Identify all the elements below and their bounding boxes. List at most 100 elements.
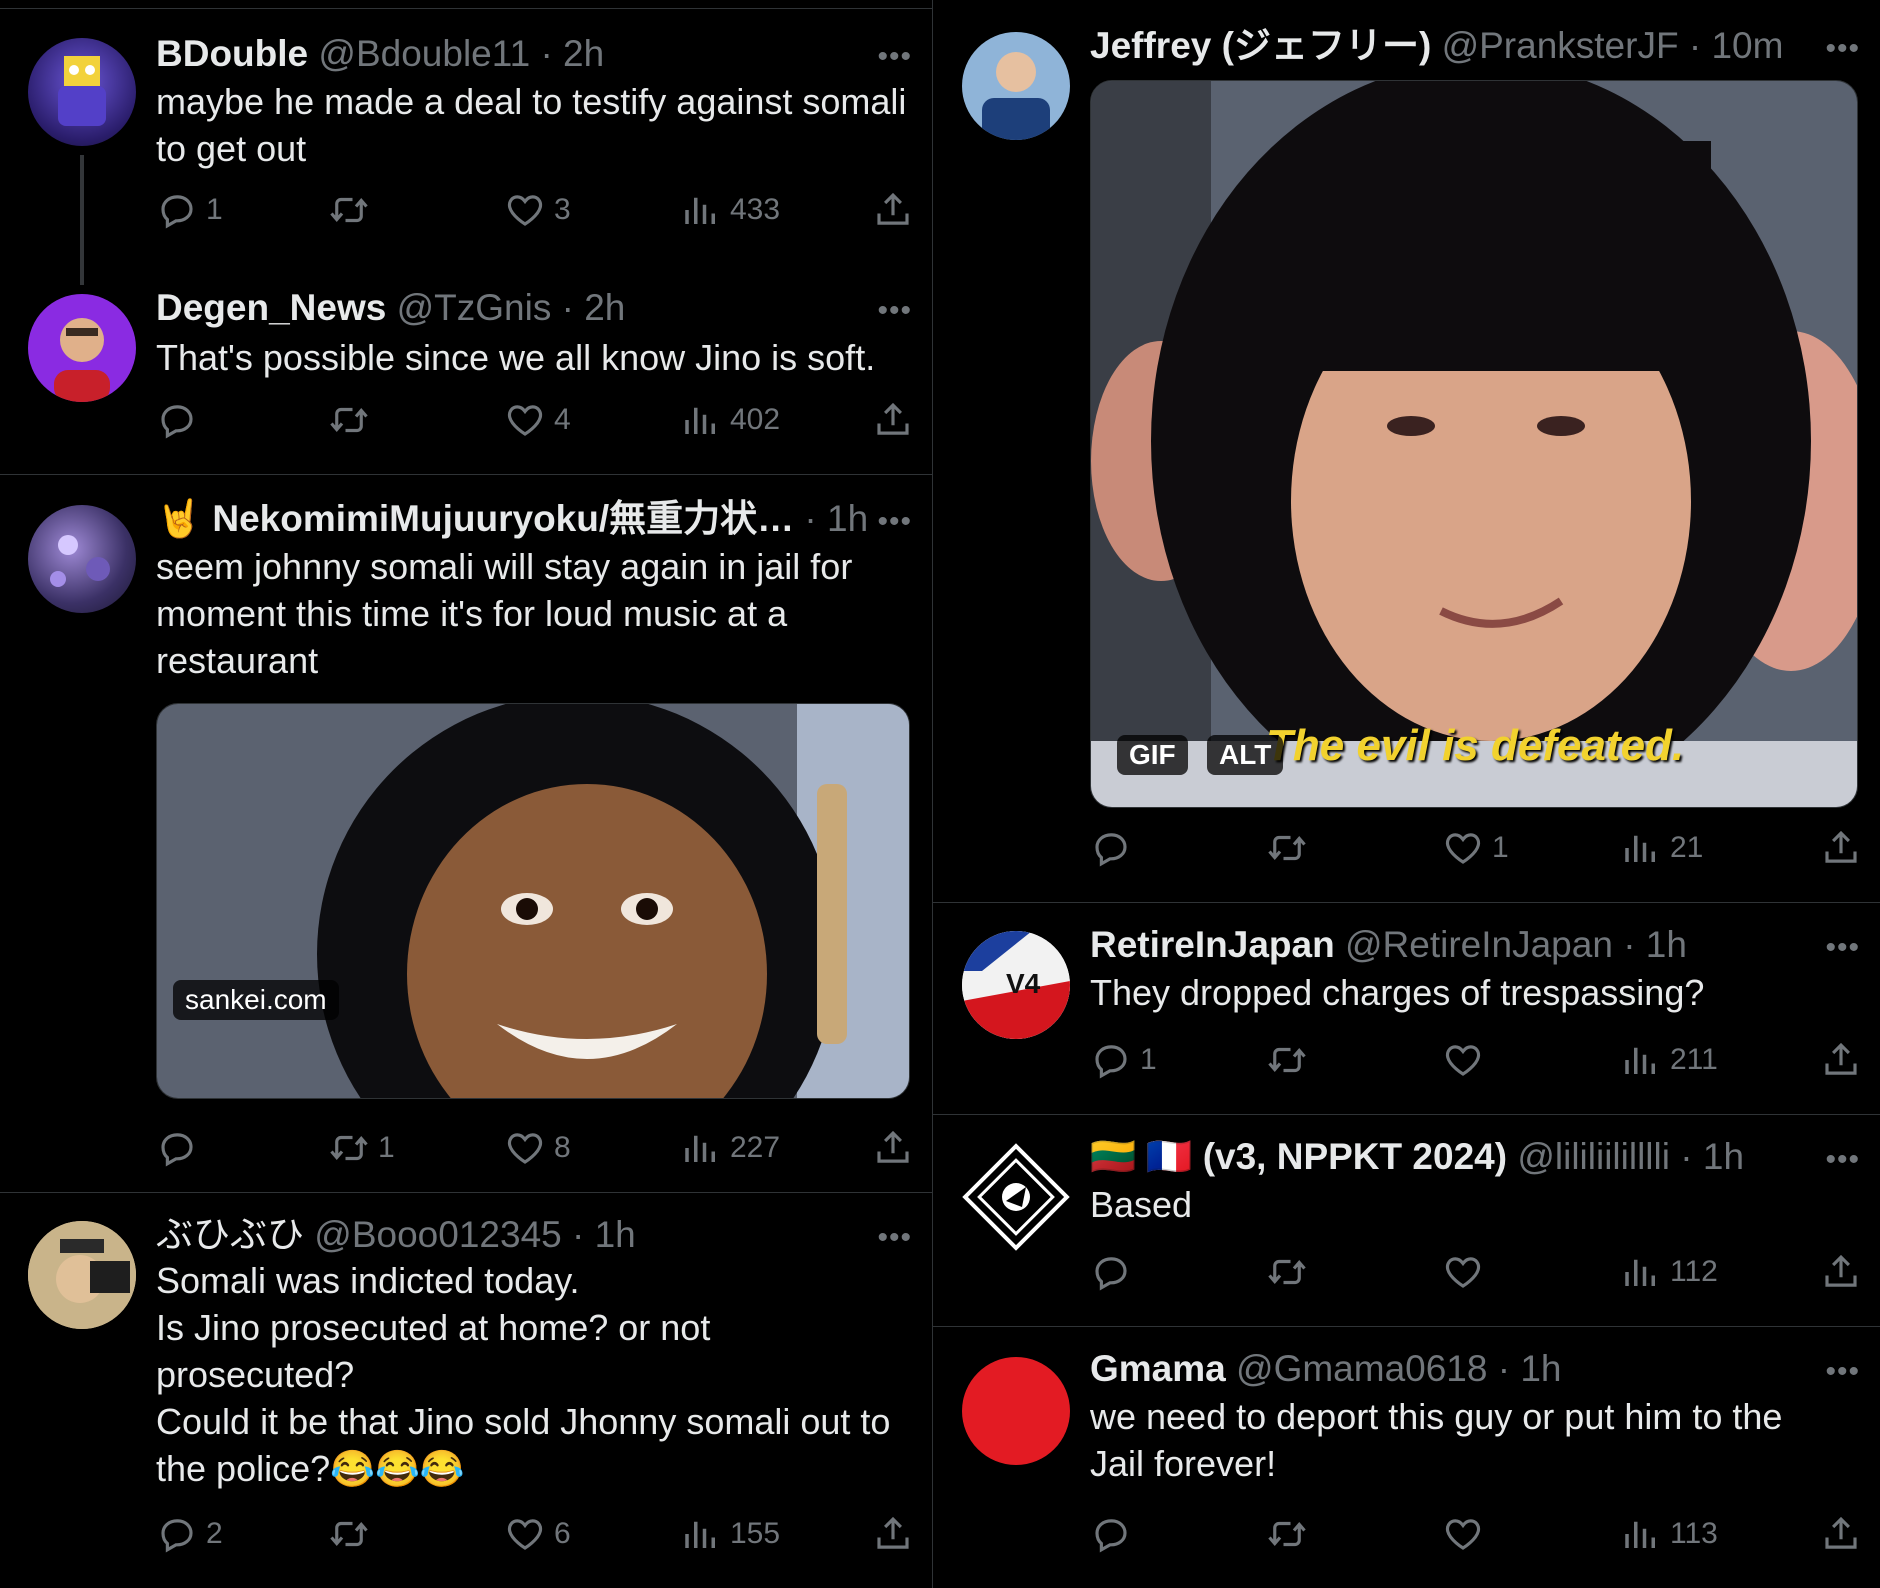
more-icon[interactable]: ••• bbox=[877, 294, 912, 328]
avatar[interactable] bbox=[28, 38, 136, 146]
handle[interactable]: @Bdouble11 bbox=[318, 33, 530, 74]
avatar[interactable] bbox=[28, 294, 136, 402]
share-button[interactable] bbox=[1820, 1035, 1862, 1085]
tweet-jeffrey[interactable]: Jeffrey (ジェフリー) @PranksterJF · 10m ••• T… bbox=[932, 0, 1880, 903]
reply-button[interactable] bbox=[1090, 823, 1140, 873]
reply-button[interactable] bbox=[156, 1123, 206, 1173]
retweet-button[interactable] bbox=[1266, 1035, 1316, 1085]
views-button[interactable]: 155 bbox=[680, 1509, 780, 1559]
views-button[interactable]: 402 bbox=[680, 395, 780, 445]
share-button[interactable] bbox=[872, 185, 914, 235]
share-icon bbox=[1820, 1513, 1862, 1555]
display-name[interactable]: 🇱🇹 🇫🇷 (v3, NPPKT 2024) bbox=[1090, 1136, 1507, 1177]
retweet-button[interactable] bbox=[1266, 823, 1316, 873]
display-name[interactable]: Degen_News bbox=[156, 287, 386, 328]
reply-button[interactable]: 1 bbox=[1090, 1035, 1157, 1085]
timestamp[interactable]: · 1h bbox=[572, 1214, 636, 1255]
svg-text:V4: V4 bbox=[1006, 968, 1041, 999]
reply-button[interactable] bbox=[156, 395, 206, 445]
tweet-degen-news[interactable]: Degen_News @TzGnis · 2h ••• That's possi… bbox=[0, 250, 932, 472]
avatar[interactable] bbox=[28, 1221, 136, 1329]
views-button[interactable]: 433 bbox=[680, 185, 780, 235]
tweet-gif[interactable]: The evil is defeated. GIF ALT bbox=[1090, 80, 1858, 808]
retweet-button[interactable] bbox=[328, 1509, 378, 1559]
like-button[interactable]: 8 bbox=[504, 1123, 571, 1173]
share-button[interactable] bbox=[1820, 823, 1862, 873]
reply-icon bbox=[156, 1127, 198, 1169]
display-name[interactable]: Jeffrey (ジェフリー) bbox=[1090, 25, 1431, 66]
retweet-button[interactable] bbox=[328, 185, 378, 235]
reply-button[interactable] bbox=[1090, 1247, 1140, 1297]
more-icon[interactable]: ••• bbox=[877, 40, 912, 74]
avatar[interactable] bbox=[962, 32, 1070, 140]
heart-icon bbox=[1442, 1513, 1484, 1555]
alt-badge[interactable]: ALT bbox=[1207, 735, 1284, 775]
gif-frame bbox=[1091, 81, 1857, 807]
tweet-gmama[interactable]: Gmama @Gmama0618 · 1h ••• we need to dep… bbox=[932, 1327, 1880, 1588]
retweet-button[interactable] bbox=[1266, 1247, 1316, 1297]
more-icon[interactable]: ••• bbox=[1825, 1355, 1860, 1389]
timestamp[interactable]: · 2h bbox=[540, 33, 604, 74]
handle[interactable]: @PranksterJF bbox=[1442, 25, 1679, 66]
like-button[interactable]: 1 bbox=[1442, 823, 1509, 873]
timestamp[interactable]: · 1h bbox=[1680, 1136, 1744, 1177]
display-name[interactable]: RetireInJapan bbox=[1090, 924, 1335, 965]
handle[interactable]: @TzGnis bbox=[397, 287, 552, 328]
timestamp[interactable]: · 10m bbox=[1689, 25, 1784, 66]
share-button[interactable] bbox=[1820, 1509, 1862, 1559]
reply-button[interactable] bbox=[1090, 1509, 1140, 1559]
display-name[interactable]: BDouble bbox=[156, 33, 308, 74]
like-button[interactable] bbox=[1442, 1509, 1492, 1559]
retweet-button[interactable] bbox=[328, 395, 378, 445]
timestamp[interactable]: · 2h bbox=[562, 287, 626, 328]
views-button[interactable]: 113 bbox=[1620, 1509, 1718, 1559]
tweet-header: 🤘 NekomimiMujuuryoku/無重力状… · 1h bbox=[156, 495, 882, 543]
views-button[interactable]: 211 bbox=[1620, 1035, 1718, 1085]
tweet-retireinjapan[interactable]: V4 RetireInJapan @RetireInJapan · 1h •••… bbox=[932, 903, 1880, 1115]
like-button[interactable]: 3 bbox=[504, 185, 571, 235]
share-button[interactable] bbox=[1820, 1247, 1862, 1297]
display-name[interactable]: Gmama bbox=[1090, 1348, 1226, 1389]
timestamp[interactable]: · 1h bbox=[804, 498, 868, 539]
handle[interactable]: @Booo012345 bbox=[314, 1214, 561, 1255]
tweet-nekomimi[interactable]: 🤘 NekomimiMujuuryoku/無重力状… · 1h ••• seem… bbox=[0, 475, 932, 1193]
tweet-bdouble[interactable]: BDouble @Bdouble11 · 2h ••• maybe he mad… bbox=[0, 0, 932, 285]
tweet-image[interactable]: sankei.com bbox=[156, 703, 910, 1099]
retweet-button[interactable]: 1 bbox=[328, 1123, 395, 1173]
like-button[interactable]: 6 bbox=[504, 1509, 571, 1559]
retweet-button[interactable] bbox=[1266, 1509, 1316, 1559]
left-timeline[interactable]: BDouble @Bdouble11 · 2h ••• maybe he mad… bbox=[0, 0, 932, 1588]
timestamp[interactable]: · 1h bbox=[1623, 924, 1687, 965]
reply-button[interactable]: 2 bbox=[156, 1509, 223, 1559]
like-button[interactable] bbox=[1442, 1247, 1492, 1297]
reply-button[interactable]: 1 bbox=[156, 185, 223, 235]
retweet-icon bbox=[328, 1127, 370, 1169]
more-icon[interactable]: ••• bbox=[1825, 931, 1860, 965]
display-name[interactable]: 🤘 NekomimiMujuuryoku/無重力状… bbox=[156, 498, 794, 539]
share-button[interactable] bbox=[872, 395, 914, 445]
handle[interactable]: @lililiililllli bbox=[1517, 1136, 1670, 1177]
more-icon[interactable]: ••• bbox=[1825, 32, 1860, 66]
like-button[interactable]: 4 bbox=[504, 395, 571, 445]
handle[interactable]: @RetireInJapan bbox=[1345, 924, 1613, 965]
handle[interactable]: @Gmama0618 bbox=[1236, 1348, 1487, 1389]
tweet-nppkt[interactable]: 🇱🇹 🇫🇷 (v3, NPPKT 2024) @lililiililllli ·… bbox=[932, 1115, 1880, 1327]
views-button[interactable]: 112 bbox=[1620, 1247, 1718, 1297]
avatar[interactable] bbox=[962, 1357, 1070, 1465]
timestamp[interactable]: · 1h bbox=[1498, 1348, 1562, 1389]
more-icon[interactable]: ••• bbox=[1825, 1143, 1860, 1177]
share-button[interactable] bbox=[872, 1123, 914, 1173]
right-timeline[interactable]: Jeffrey (ジェフリー) @PranksterJF · 10m ••• T… bbox=[932, 0, 1880, 1588]
tweet-header: BDouble @Bdouble11 · 2h bbox=[156, 30, 882, 78]
more-icon[interactable]: ••• bbox=[877, 505, 912, 539]
display-name[interactable]: ぶひぶひ bbox=[156, 1214, 304, 1255]
views-button[interactable]: 227 bbox=[680, 1123, 780, 1173]
more-icon[interactable]: ••• bbox=[877, 1221, 912, 1255]
avatar[interactable] bbox=[28, 505, 136, 613]
views-button[interactable]: 21 bbox=[1620, 823, 1703, 873]
like-button[interactable] bbox=[1442, 1035, 1492, 1085]
avatar[interactable] bbox=[962, 1143, 1070, 1251]
tweet-buhibuhi[interactable]: ぶひぶひ @Booo012345 · 1h ••• Somali was ind… bbox=[0, 1193, 932, 1588]
share-button[interactable] bbox=[872, 1509, 914, 1559]
avatar[interactable]: V4 bbox=[962, 931, 1070, 1039]
